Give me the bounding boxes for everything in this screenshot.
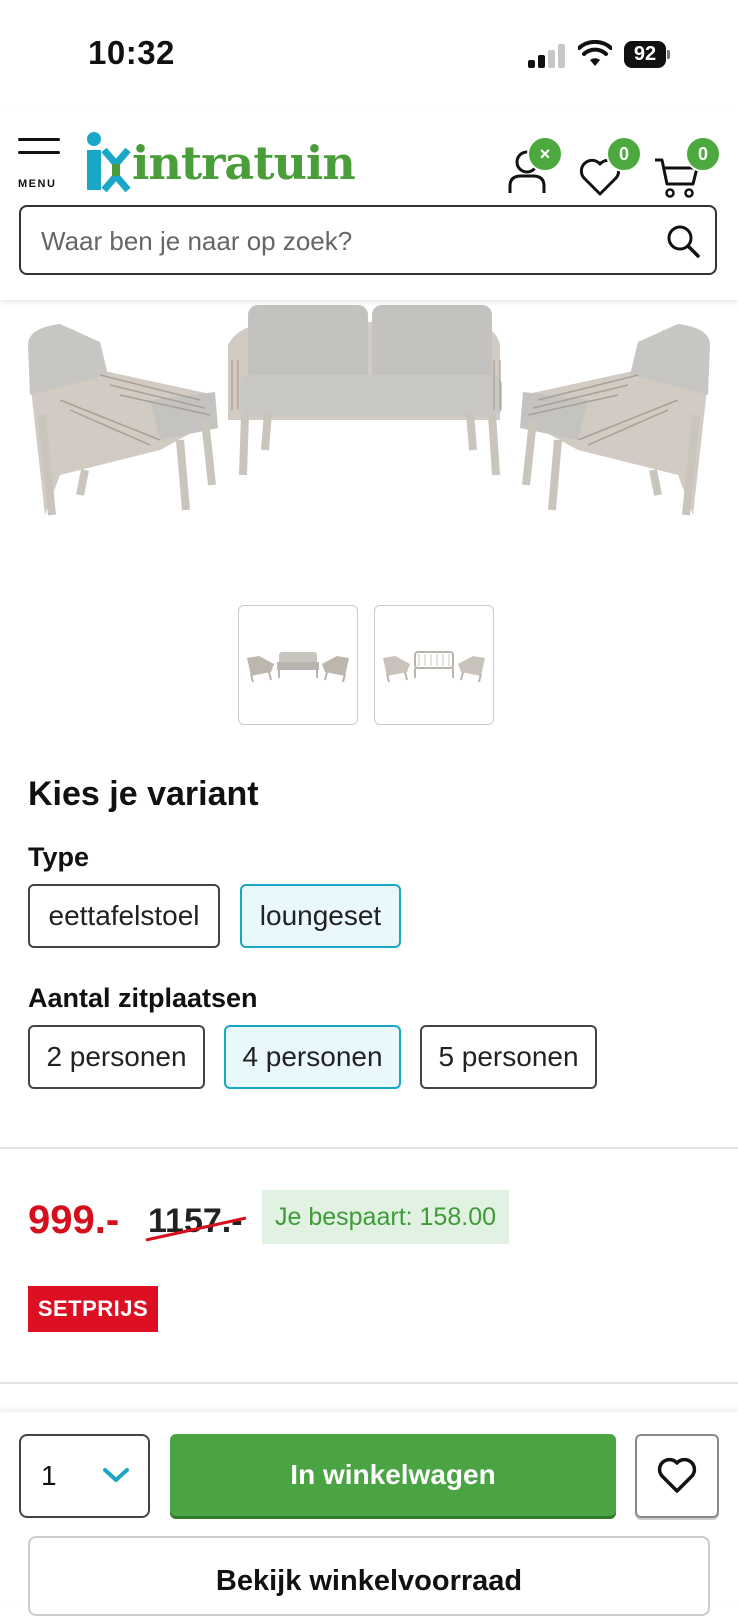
account-button[interactable]: × — [505, 136, 563, 200]
thumbnail-1[interactable] — [238, 605, 358, 725]
thumbnail-1-image — [247, 652, 349, 683]
search-icon[interactable] — [665, 223, 701, 259]
current-price: 999.- — [28, 1198, 120, 1242]
left-lounge-chair — [28, 324, 218, 516]
seats-option-2[interactable]: 2 personen — [28, 1025, 205, 1089]
search-bar — [19, 205, 717, 275]
strikethrough-icon — [145, 1216, 247, 1242]
intratuin-logo[interactable]: intratuin — [84, 130, 356, 200]
thumbnail-2[interactable] — [374, 605, 494, 725]
type-label: Type — [28, 842, 90, 872]
logo-wordmark: intratuin — [132, 136, 356, 190]
seats-option-4[interactable]: 4 personen — [224, 1025, 401, 1089]
battery-icon: 92 — [624, 41, 670, 69]
type-option-loungeset[interactable]: loungeset — [240, 884, 401, 948]
account-badge: × — [527, 136, 563, 172]
thumbnail-strip — [238, 605, 498, 727]
product-image[interactable] — [0, 300, 738, 580]
cellular-signal-icon — [528, 44, 568, 68]
variant-heading: Kies je variant — [28, 775, 259, 813]
section-divider — [0, 1147, 738, 1149]
seats-label: Aantal zitplaatsen — [28, 983, 258, 1013]
wishlist-button[interactable]: 0 — [578, 136, 642, 200]
heart-icon — [657, 1457, 697, 1493]
quantity-select[interactable]: 1 — [19, 1434, 150, 1518]
status-bar: 10:32 92 — [0, 0, 738, 110]
quantity-value: 1 — [41, 1460, 57, 1491]
purchase-bar: 1 In winkelwagen Bekijk winkelvoorraad — [0, 1412, 738, 1616]
center-lounge-sofa — [228, 305, 502, 476]
type-option-eettafelstoel[interactable]: eettafelstoel — [28, 884, 220, 948]
menu-label: MENU — [18, 178, 57, 190]
wifi-icon — [578, 40, 612, 66]
old-price: 1157.- — [145, 1202, 247, 1242]
thumbnail-2-image — [383, 651, 485, 683]
savings-badge: Je bespaart: 158.00 — [262, 1190, 509, 1244]
right-lounge-chair — [520, 324, 710, 516]
site-header: MENU intratuin × 0 0 — [0, 110, 738, 300]
chevron-down-icon — [103, 1468, 129, 1482]
seats-option-5[interactable]: 5 personen — [420, 1025, 597, 1089]
wishlist-badge: 0 — [606, 136, 642, 172]
add-to-wishlist-button[interactable] — [635, 1434, 719, 1518]
section-divider-2 — [0, 1382, 738, 1384]
add-to-cart-button[interactable]: In winkelwagen — [170, 1434, 616, 1516]
battery-level: 92 — [624, 41, 666, 68]
view-stock-button[interactable]: Bekijk winkelvoorraad — [28, 1536, 710, 1616]
setprijs-badge: SETPRIJS — [28, 1286, 158, 1332]
logo-mark-icon — [87, 132, 131, 192]
cart-button[interactable]: 0 — [653, 136, 721, 200]
menu-button[interactable]: MENU — [18, 138, 64, 190]
status-time: 10:32 — [88, 34, 175, 71]
cart-badge: 0 — [685, 136, 721, 172]
search-input[interactable] — [39, 219, 643, 263]
